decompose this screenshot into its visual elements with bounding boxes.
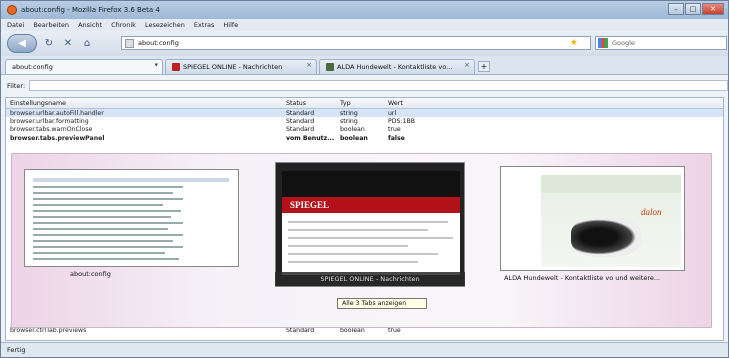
column-header-name[interactable]: Einstellungsname xyxy=(6,100,286,107)
preview-caption-about-config: about:config xyxy=(70,270,111,278)
url-bar[interactable]: about:config ★ xyxy=(121,36,591,50)
hundewelt-favicon-icon xyxy=(326,63,334,71)
title-bar: about:config - Mozilla Firefox 3.6 Beta … xyxy=(1,1,728,19)
preview-hundewelt[interactable]: dalon xyxy=(500,166,685,271)
firefox-icon xyxy=(7,5,17,15)
window-title: about:config - Mozilla Firefox 3.6 Beta … xyxy=(21,6,160,14)
preview-spiegel[interactable]: SPIEGEL xyxy=(275,162,465,287)
menu-history[interactable]: Chronik xyxy=(111,21,136,29)
site-identity-icon xyxy=(125,39,134,48)
cell-type: string xyxy=(340,117,358,125)
cell-value: false xyxy=(388,134,405,142)
filter-input[interactable] xyxy=(29,80,728,91)
status-text: Fertig xyxy=(7,346,26,354)
menu-edit[interactable]: Bearbeiten xyxy=(33,21,69,29)
google-icon xyxy=(598,38,608,48)
table-row[interactable]: browser.urlbar.formatting Standard strin… xyxy=(6,117,723,125)
table-row[interactable]: browser.urlbar.autoFill.handler Standard… xyxy=(6,109,723,118)
maximize-button[interactable]: □ xyxy=(685,3,701,15)
cell-value: true xyxy=(388,126,401,134)
navigation-toolbar: ◀ ↻ ✕ ⌂ about:config ★ Google xyxy=(1,31,728,56)
back-button[interactable]: ◀ xyxy=(7,34,37,53)
menu-tools[interactable]: Extras xyxy=(194,21,215,29)
filter-label: Filter: xyxy=(7,81,26,90)
stop-icon: ✕ xyxy=(63,37,73,49)
preview-about-config[interactable] xyxy=(24,169,239,267)
column-header-type[interactable]: Typ xyxy=(340,100,388,107)
show-all-tabs-tooltip[interactable]: Alle 3 Tabs anzeigen xyxy=(337,298,427,309)
menu-help[interactable]: Hilfe xyxy=(223,21,238,29)
search-placeholder: Google xyxy=(612,39,635,47)
cell-value: url xyxy=(388,109,397,117)
close-button[interactable]: ✕ xyxy=(702,3,724,15)
tab-dropdown-icon[interactable]: ▾ xyxy=(154,61,158,69)
script-lettering-icon: dalon xyxy=(641,207,662,217)
reload-icon: ↻ xyxy=(44,37,54,49)
menu-file[interactable]: Datei xyxy=(7,21,24,29)
tab-label: SPIEGEL ONLINE - Nachrichten xyxy=(183,63,283,71)
spiegel-favicon-icon xyxy=(172,63,180,71)
cell-status: Standard xyxy=(286,117,315,125)
reload-button[interactable]: ↻ xyxy=(42,37,56,51)
bookmark-star-icon[interactable]: ★ xyxy=(570,38,578,48)
tab-spiegel[interactable]: SPIEGEL ONLINE - Nachrichten × xyxy=(165,59,317,74)
tab-about-config[interactable]: about:config ▾ xyxy=(5,59,163,74)
table-header: Einstellungsname Status Typ Wert xyxy=(6,98,723,109)
status-bar: Fertig xyxy=(1,342,728,357)
tab-hundewelt[interactable]: ALDA Hundewelt - Kontaktliste vo... × xyxy=(319,59,475,74)
column-header-value[interactable]: Wert xyxy=(388,100,718,107)
cell-status: vom Benutz... xyxy=(286,134,335,142)
home-icon: ⌂ xyxy=(83,37,91,49)
stop-button[interactable]: ✕ xyxy=(61,37,75,51)
tab-close-icon[interactable]: × xyxy=(306,61,312,69)
tab-close-icon[interactable]: × xyxy=(464,61,470,69)
home-button[interactable]: ⌂ xyxy=(80,37,94,51)
menu-view[interactable]: Ansicht xyxy=(78,21,102,29)
browser-window: about:config - Mozilla Firefox 3.6 Beta … xyxy=(0,0,729,358)
cell-name: browser.urlbar.formatting xyxy=(10,117,89,125)
cell-status: Standard xyxy=(286,109,315,117)
spiegel-logo-icon: SPIEGEL xyxy=(290,200,330,210)
tab-label: about:config xyxy=(12,63,53,71)
preview-caption-hundewelt: ALDA Hundewelt - Kontaktliste vo und wei… xyxy=(504,274,661,282)
preview-thumbnail: SPIEGEL xyxy=(282,171,460,275)
search-box[interactable]: Google xyxy=(595,36,727,50)
cell-name: browser.urlbar.autoFill.handler xyxy=(10,109,104,117)
cell-type: string xyxy=(340,109,358,117)
tab-strip: about:config ▾ SPIEGEL ONLINE - Nachrich… xyxy=(1,56,728,75)
minimize-button[interactable]: – xyxy=(668,3,684,15)
back-arrow-icon: ◀ xyxy=(18,38,26,49)
cell-type: boolean xyxy=(340,134,368,142)
cell-type: boolean xyxy=(340,126,365,134)
dog-image-icon xyxy=(571,217,641,257)
tab-label: ALDA Hundewelt - Kontaktliste vo... xyxy=(337,63,453,71)
preview-caption-spiegel: SPIEGEL ONLINE - Nachrichten xyxy=(275,272,465,286)
menu-bookmarks[interactable]: Lesezeichen xyxy=(145,21,185,29)
window-controls: – □ ✕ xyxy=(668,3,724,15)
menu-bar: Datei Bearbeiten Ansicht Chronik Lesezei… xyxy=(1,19,728,31)
cell-value: PDS:1BB xyxy=(388,117,415,125)
new-tab-button[interactable]: + xyxy=(478,61,490,72)
cell-name: browser.tabs.warnOnClose xyxy=(10,126,93,134)
filter-bar: Filter: xyxy=(1,77,728,94)
cell-status: Standard xyxy=(286,126,315,134)
column-header-status[interactable]: Status xyxy=(286,100,340,107)
cell-name: browser.tabs.previewPanel xyxy=(10,134,105,142)
table-row[interactable]: browser.tabs.previewPanel vom Benutz... … xyxy=(6,134,723,142)
table-row[interactable]: browser.tabs.warnOnClose Standard boolea… xyxy=(6,126,723,134)
url-text: about:config xyxy=(138,39,179,47)
